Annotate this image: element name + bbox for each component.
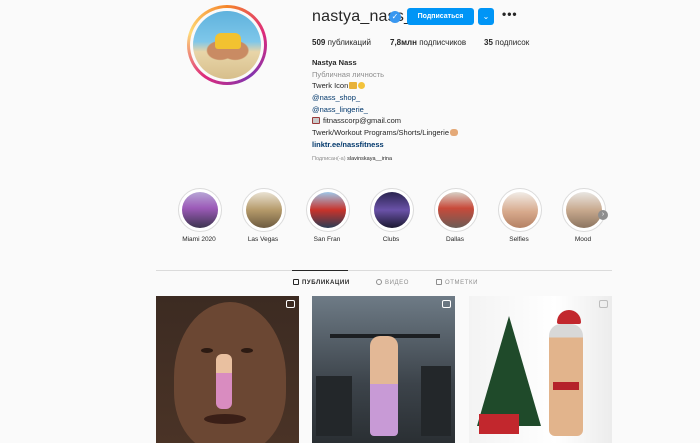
highlight-label: Selfies <box>509 236 529 243</box>
profile-avatar[interactable] <box>187 5 267 85</box>
following-label: подписок <box>495 38 530 47</box>
profile-category: Публичная личность <box>312 70 384 79</box>
highlight-label: Dallas <box>445 236 465 243</box>
tag-icon <box>436 279 442 285</box>
stat-posts: 509 публикаций <box>312 38 371 47</box>
follow-button[interactable]: Подписаться <box>407 8 474 25</box>
verified-badge-icon: ✓ <box>389 11 401 23</box>
highlight-label: Clubs <box>382 236 400 243</box>
tab-tagged[interactable]: ОТМЕТКИ <box>436 279 478 286</box>
highlight-selfies[interactable] <box>498 188 542 232</box>
highlight-las-vegas[interactable] <box>242 188 286 232</box>
clapper-emoji-icon <box>349 82 358 89</box>
followed-by-prefix: Подписан(-а) <box>312 156 348 162</box>
reel-icon <box>286 300 295 308</box>
bio-link-lingerie[interactable]: @nass_lingerie_ <box>312 105 368 115</box>
profile-website-link[interactable]: linktr.ee/nassfitness <box>312 140 384 150</box>
grid-icon <box>293 279 299 285</box>
bio-line-twerk-text: Twerk Icon <box>312 81 349 90</box>
bio-line-twerk: Twerk Icon <box>312 81 366 91</box>
highlights-next-arrow-icon[interactable]: › <box>598 210 608 220</box>
more-options-icon[interactable]: ••• <box>502 7 518 21</box>
fist-emoji-icon <box>450 129 458 136</box>
video-icon <box>376 279 382 285</box>
following-count: 35 <box>484 38 493 47</box>
tab-posts[interactable]: ПУБЛИКАЦИИ <box>293 279 350 286</box>
post-thumbnail-1[interactable] <box>156 296 299 443</box>
profile-full-name: Nastya Nass <box>312 58 357 67</box>
avatar-image <box>193 11 261 79</box>
reel-icon <box>442 300 451 308</box>
bio-link-shop[interactable]: @nass_shop_ <box>312 93 360 103</box>
highlight-label: Las Vegas <box>247 236 279 243</box>
tabs-divider <box>156 270 612 271</box>
stat-following[interactable]: 35 подписок <box>484 38 529 47</box>
bio-programs: Twerk/Workout Programs/Shorts/Lingerie <box>312 128 458 138</box>
bio-email: fitnasscorp@gmail.com <box>312 116 401 126</box>
followed-by[interactable]: Подписан(-а) slavinskaya__irina <box>312 156 392 162</box>
active-tab-indicator <box>292 270 348 271</box>
tab-posts-label: ПУБЛИКАЦИИ <box>302 280 350 286</box>
envelope-emoji-icon <box>312 117 320 124</box>
post-thumbnail-2[interactable] <box>312 296 455 443</box>
followers-count: 7,8млн <box>390 38 417 47</box>
highlight-label: Miami 2020 <box>182 236 216 243</box>
posts-label: публикаций <box>327 38 372 47</box>
highlight-dallas[interactable] <box>434 188 478 232</box>
post-thumbnail-3[interactable] <box>469 296 612 443</box>
followed-by-user: slavinskaya__irina <box>347 156 393 162</box>
tab-tagged-label: ОТМЕТКИ <box>445 280 479 286</box>
highlight-miami[interactable] <box>178 188 222 232</box>
suggested-dropdown-button[interactable]: ⌄ <box>478 8 494 25</box>
highlight-san-fran[interactable] <box>306 188 350 232</box>
tab-video-label: ВИДЕО <box>385 280 410 286</box>
bio-programs-text: Twerk/Workout Programs/Shorts/Lingerie <box>312 128 449 137</box>
highlight-label: San Fran <box>313 236 341 243</box>
posts-count: 509 <box>312 38 326 47</box>
tab-video[interactable]: ВИДЕО <box>376 279 409 286</box>
stat-followers[interactable]: 7,8млн подписчиков <box>390 38 466 47</box>
smile-emoji-icon <box>358 82 366 89</box>
highlight-clubs[interactable] <box>370 188 414 232</box>
followers-label: подписчиков <box>419 38 467 47</box>
carousel-icon <box>599 300 608 308</box>
highlight-label: Mood <box>574 236 592 243</box>
bio-email-text: fitnasscorp@gmail.com <box>323 116 402 125</box>
